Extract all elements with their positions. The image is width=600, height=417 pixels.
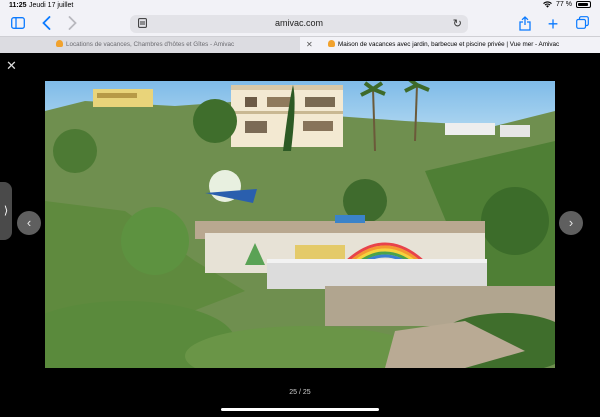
sidebar-icon[interactable] — [10, 16, 26, 32]
tab-bar: Locations de vacances, Chambres d'hôtes … — [0, 36, 600, 53]
home-indicator — [221, 408, 379, 411]
status-right: 77 % — [543, 1, 591, 8]
property-photo — [45, 81, 555, 368]
photo-counter: 25 / 25 — [289, 389, 311, 396]
close-icon[interactable]: ✕ — [6, 59, 17, 72]
status-date: Jeudi 17 juillet — [29, 2, 74, 9]
tab-maison-vacances[interactable]: ✕ Maison de vacances avec jardin, barbec… — [300, 37, 600, 53]
status-bar: 11:25 Jeudi 17 juillet 77 % — [0, 0, 600, 12]
address-bar[interactable]: amivac.com ↻ — [130, 15, 468, 33]
wifi-icon — [543, 1, 552, 8]
battery-percent: 77 % — [556, 1, 572, 8]
new-tab-icon[interactable]: + — [545, 15, 561, 33]
sidebar-handle[interactable]: ⟩ — [0, 182, 12, 240]
back-icon[interactable] — [38, 16, 54, 32]
tab-title: Maison de vacances avec jardin, barbecue… — [338, 41, 560, 48]
browser-toolbar: amivac.com ↻ + — [0, 12, 600, 36]
favicon-icon — [56, 40, 63, 47]
photo-lightbox: ✕ ⟩ ‹ › 25 / 25 — [0, 53, 600, 417]
tab-locations[interactable]: Locations de vacances, Chambres d'hôtes … — [0, 37, 300, 53]
chevron-left-icon[interactable]: ‹ — [17, 211, 41, 235]
tab-title: Locations de vacances, Chambres d'hôtes … — [66, 41, 235, 48]
status-time: 11:25 — [9, 2, 27, 9]
forward-icon[interactable] — [64, 16, 80, 32]
reload-icon[interactable]: ↻ — [453, 17, 462, 31]
battery-icon — [576, 1, 591, 8]
close-tab-icon[interactable]: ✕ — [306, 37, 313, 53]
favicon-icon — [328, 40, 335, 47]
tabs-icon[interactable] — [574, 16, 590, 32]
share-icon[interactable] — [517, 16, 533, 32]
chevron-right-icon[interactable]: › — [559, 211, 583, 235]
url-text: amivac.com — [274, 18, 323, 28]
